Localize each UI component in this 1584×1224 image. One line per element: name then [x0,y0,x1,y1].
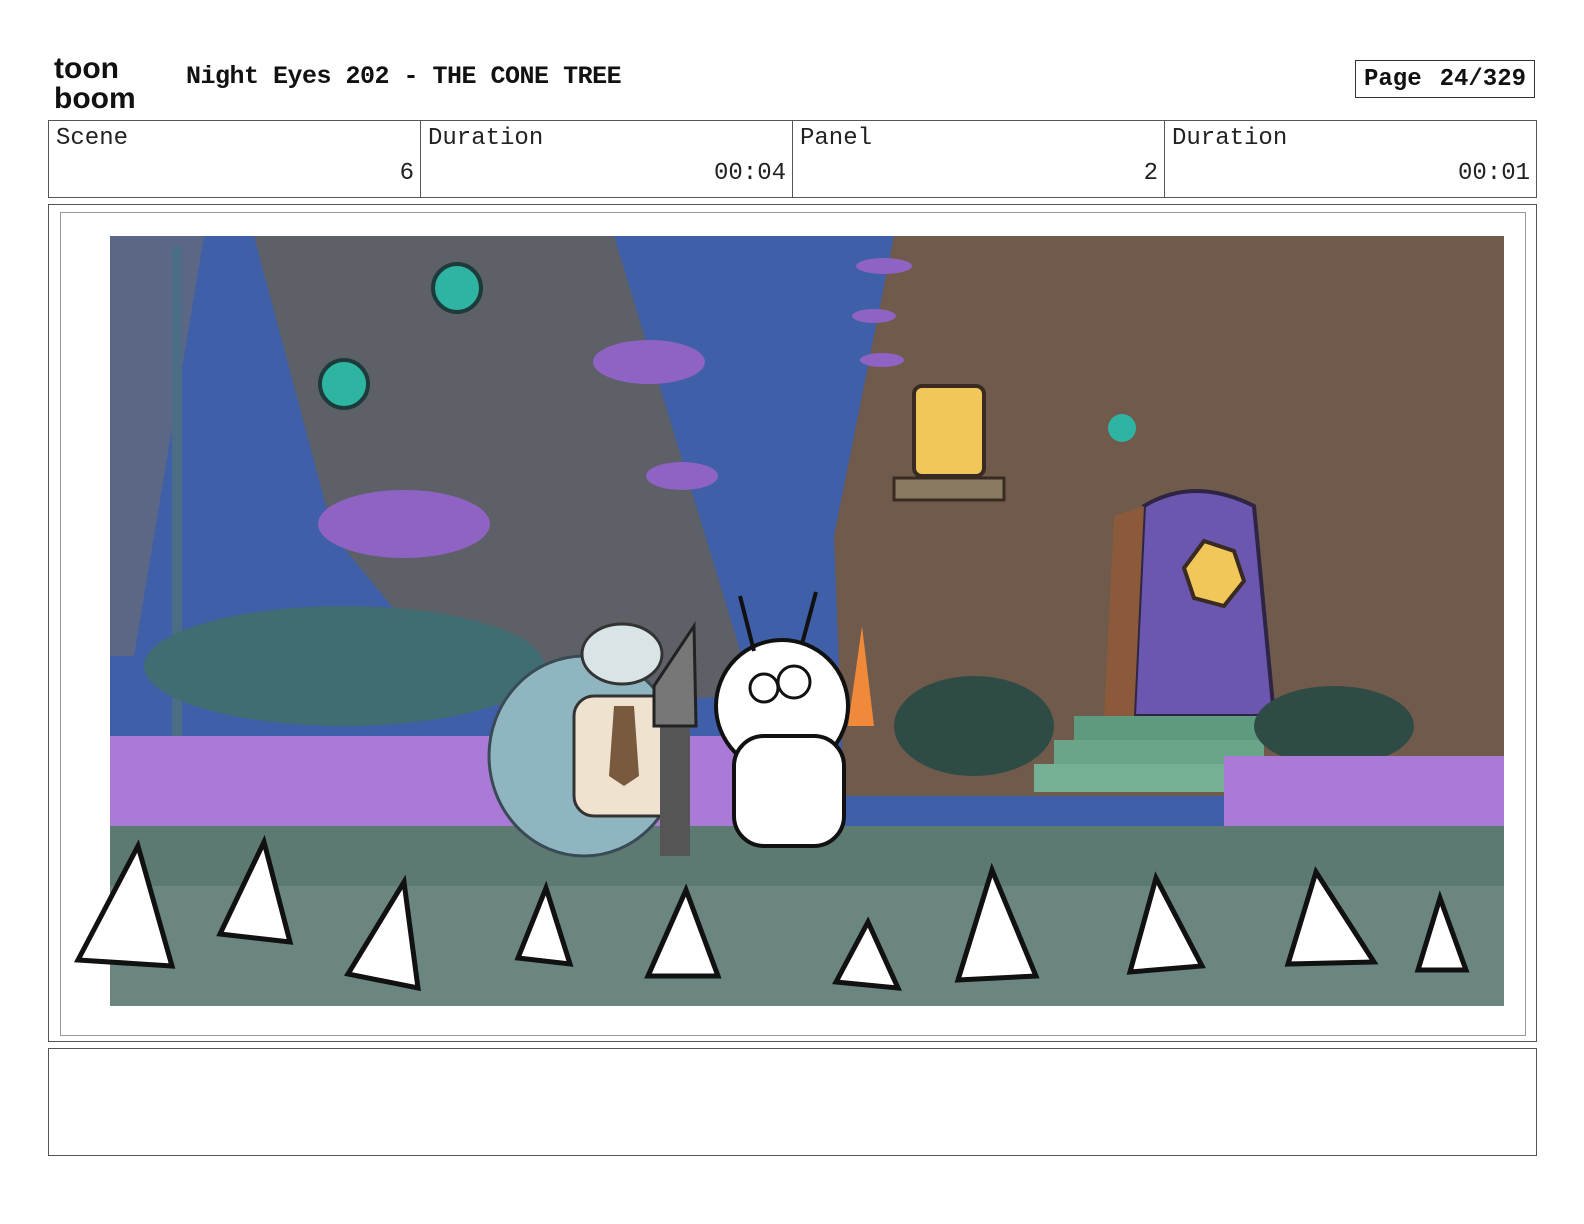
elder-bug-tie [609,706,639,786]
lit-window [912,384,986,478]
mushroom-shelf-small [646,462,718,490]
scene-label: Scene [56,125,129,152]
sketch-bug-eye-right [776,664,812,700]
storyboard-panel-image [74,236,1504,1006]
step-top [1074,716,1264,740]
mushroom-shelf-large [318,490,490,558]
scene-duration-label: Duration [428,125,544,152]
panel-info-row: Scene 6 Duration 00:04 Panel 2 Duration … [48,120,1537,198]
panel-duration-label: Duration [1172,125,1288,152]
panel-duration-value: 00:01 [1457,160,1530,187]
window-planter [892,476,1006,502]
small-mushroom-1 [856,258,912,274]
scene-cell: Scene 6 [49,121,421,197]
logo-text-bottom: boom [54,82,136,112]
small-mushroom-2 [852,309,896,323]
panel-label: Panel [800,125,873,152]
sketch-bug-eye-left [748,672,780,704]
bushes-left [144,606,544,726]
panel-duration-cell: Duration 00:01 [1165,121,1536,197]
mushroom-shelf-top [593,340,705,384]
sketch-bug-body [732,734,846,848]
round-window-left [318,358,370,410]
page-label: Page [1364,65,1422,93]
panel-value: 2 [1143,160,1158,187]
scene-duration-cell: Duration 00:04 [421,121,793,197]
storyboard-title: Night Eyes 202 - THE CONE TREE [186,62,622,91]
panel-notes-area[interactable] [48,1048,1537,1156]
small-mushroom-3 [860,353,904,367]
scene-duration-value: 00:04 [713,160,786,187]
logo-text-top: toon [54,52,119,85]
panel-cell: Panel 2 [793,121,1165,197]
round-window-top [431,262,483,314]
porch-lamp [1108,414,1136,442]
page-indicator: Page 24/329 [1355,60,1535,98]
toonboom-logo: toon boom [54,52,136,112]
purple-door [1131,489,1277,718]
fence-left [110,736,830,826]
page-number: 24/329 [1439,65,1526,93]
bush-right [894,676,1054,776]
bush-far-right [1254,686,1414,766]
elder-bug-head [580,622,664,686]
scene-value: 6 [399,160,414,187]
